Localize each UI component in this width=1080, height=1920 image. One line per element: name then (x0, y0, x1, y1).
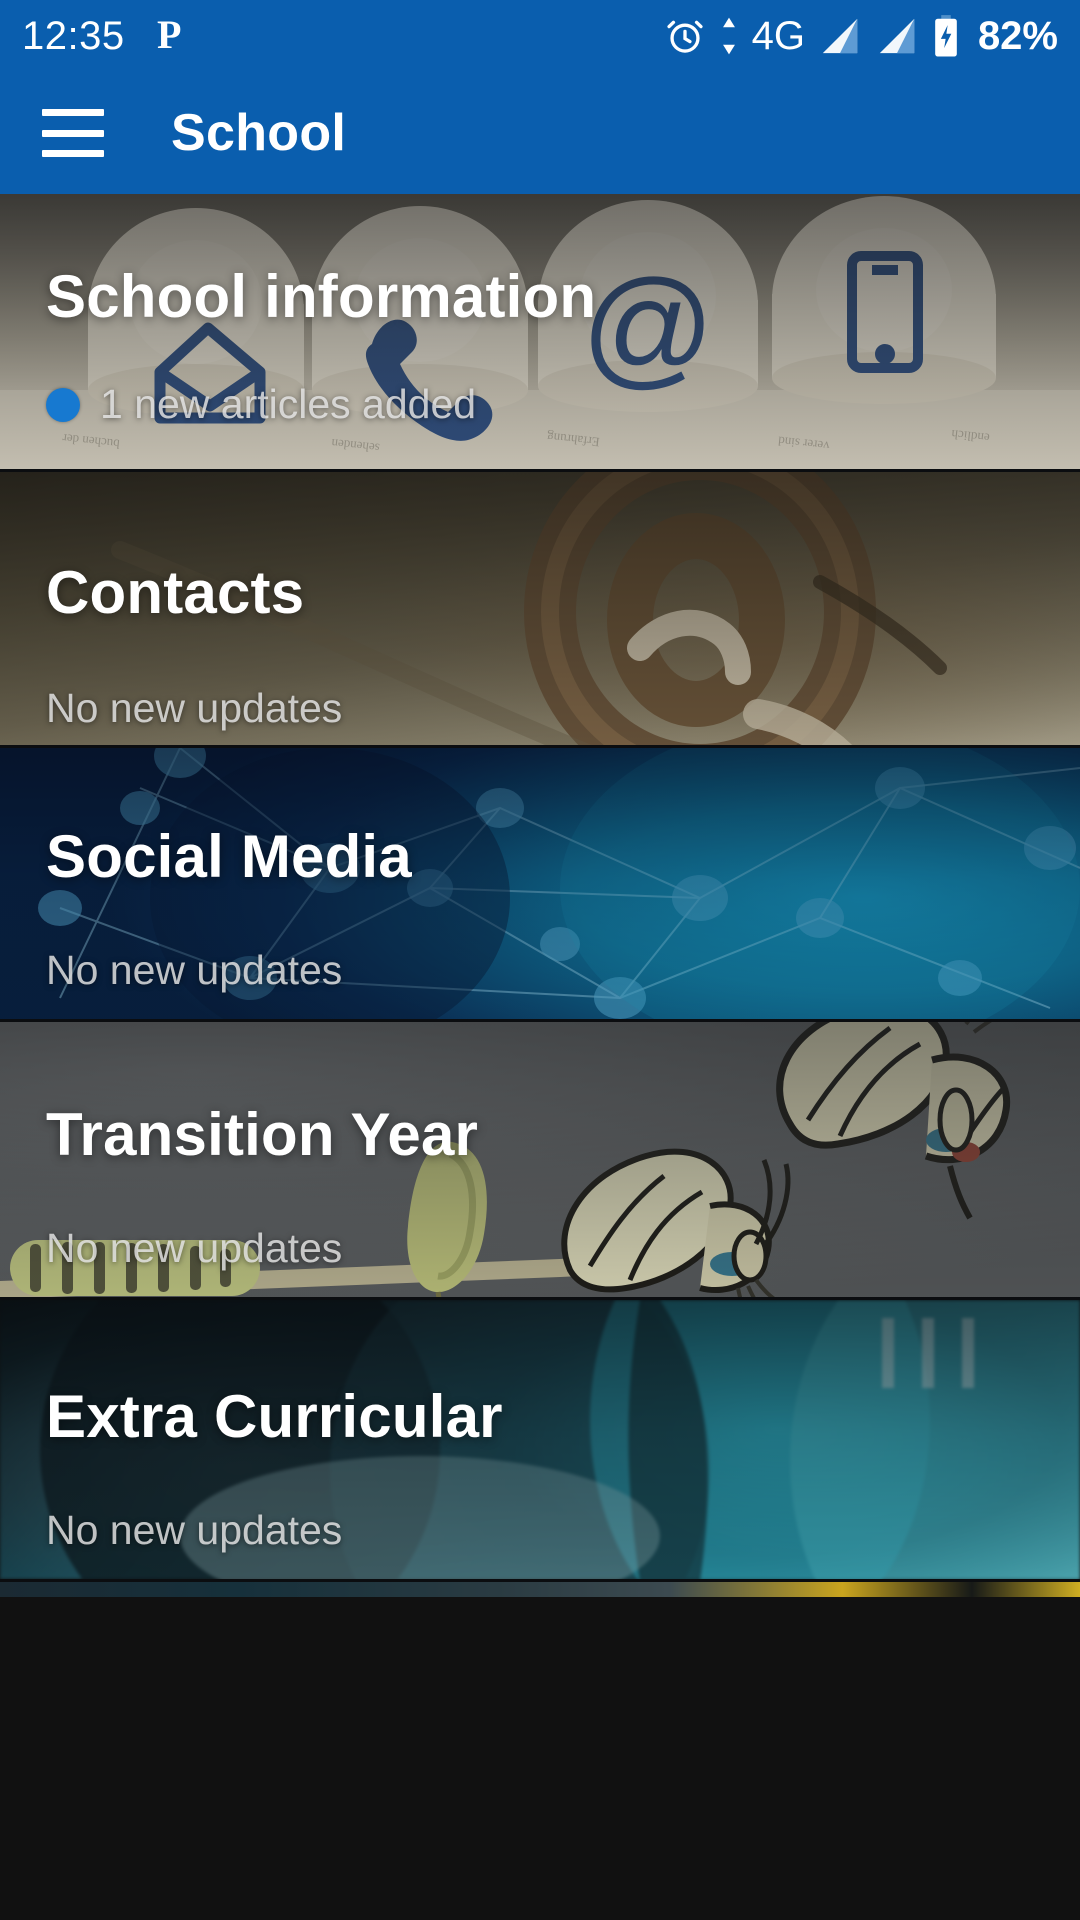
card-subtitle-extra-curricular: No new updates (46, 1507, 1080, 1554)
card-title-transition-year: Transition Year (46, 1101, 479, 1168)
pinterest-icon: P (157, 15, 181, 57)
data-transfer-icon (722, 17, 735, 55)
card-school-information[interactable]: buchen der sehenden Erfahrung verer sind… (0, 194, 1080, 472)
card-title-extra-curricular: Extra Curricular (46, 1383, 503, 1450)
battery-charging-icon (935, 15, 957, 57)
new-items-badge-icon (46, 387, 80, 422)
card-transition-year[interactable]: Transition Year No new updates (0, 1022, 1080, 1300)
status-bar-system-icons: 4G 82% (664, 14, 1058, 59)
card-subtitle-contacts: No new updates (46, 685, 1080, 732)
category-card-list: buchen der sehenden Erfahrung verer sind… (0, 194, 1080, 1920)
card-title-contacts: Contacts (46, 559, 305, 626)
alarm-icon (666, 20, 703, 53)
card-subtitle-school-information: 1 new articles added (46, 381, 1080, 428)
status-bar: 12:35 P 4G 82% (0, 0, 1080, 72)
signal-icon-2 (879, 18, 915, 54)
card-subtitle-transition-year: No new updates (46, 1225, 1080, 1272)
card-subtitle-text-transition-year: No new updates (46, 1225, 343, 1271)
card-subtitle-text-social-media: No new updates (46, 947, 343, 993)
page-title: School (171, 104, 347, 162)
card-title-school-information: School information (46, 263, 597, 330)
network-type-label: 4G (751, 13, 805, 58)
card-next-partial[interactable] (0, 1582, 1080, 1597)
card-subtitle-text-school-information: 1 new articles added (100, 381, 477, 427)
status-bar-notification-icons: P (155, 15, 189, 57)
app-screen: 12:35 P 4G 82% School School information… (0, 0, 1080, 1920)
card-subtitle-text-contacts: No new updates (46, 685, 343, 731)
signal-icon-1 (822, 18, 858, 54)
card-social-media[interactable]: Social Media No new updates (0, 748, 1080, 1022)
card-title-social-media: Social Media (46, 823, 412, 890)
battery-percent-label: 82% (977, 13, 1058, 58)
card-subtitle-text-extra-curricular: No new updates (46, 1507, 343, 1553)
card-subtitle-social-media: No new updates (46, 947, 1080, 994)
hamburger-menu-icon[interactable] (42, 109, 104, 157)
card-contacts[interactable]: Contacts No new updates (0, 472, 1080, 748)
card-extra-curricular[interactable]: Extra Curricular No new updates (0, 1300, 1080, 1582)
svg-text:P: P (157, 15, 181, 57)
app-bar: School (0, 72, 1080, 194)
status-bar-clock: 12:35 (22, 13, 125, 58)
